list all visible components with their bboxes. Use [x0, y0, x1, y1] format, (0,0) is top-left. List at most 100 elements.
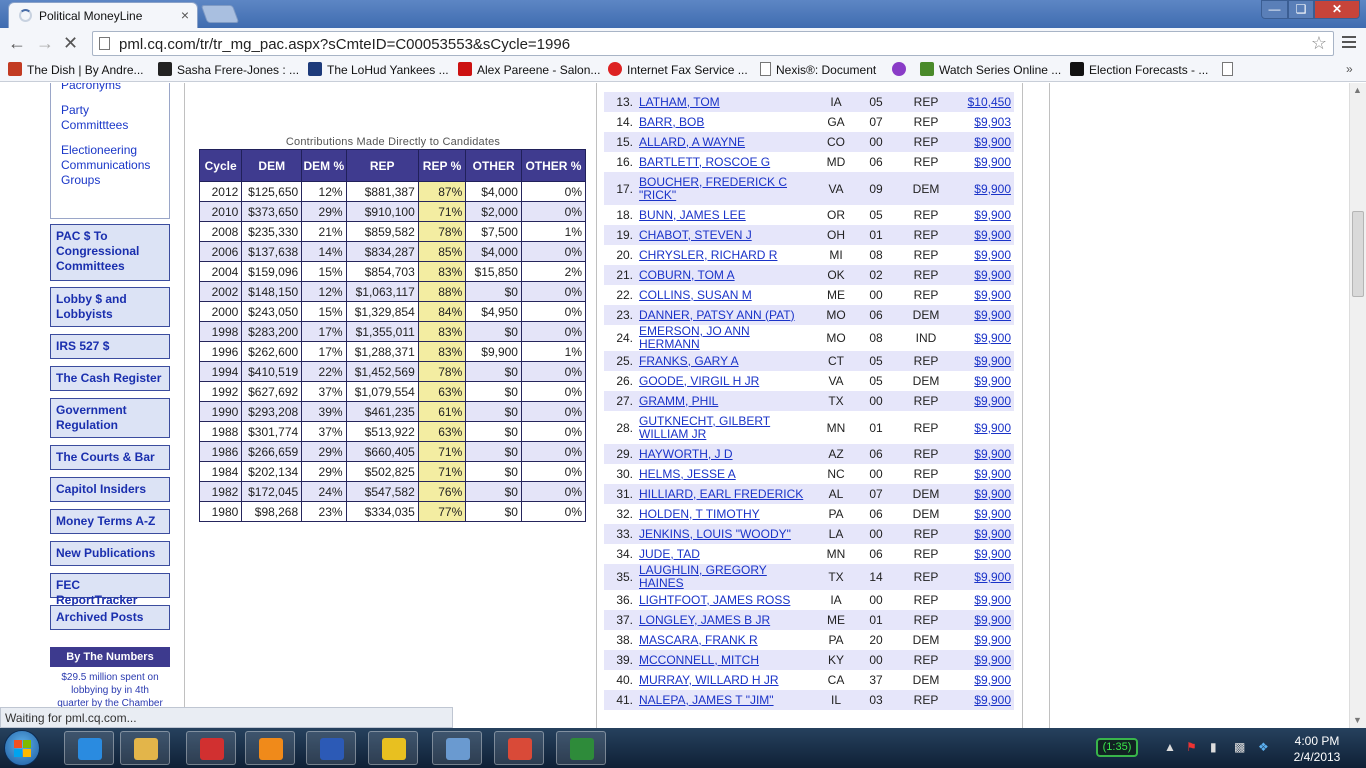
taskbar-app-button[interactable]	[494, 731, 544, 765]
candidate-amount-link[interactable]: $9,900	[956, 564, 1014, 590]
candidate-amount-link[interactable]: $9,900	[956, 610, 1014, 630]
candidate-amount-link[interactable]: $9,900	[956, 305, 1014, 325]
start-button[interactable]	[4, 730, 40, 766]
candidate-amount-link[interactable]: $9,900	[956, 650, 1014, 670]
dropbox-icon[interactable]: ❖	[1258, 740, 1269, 754]
candidate-name-link[interactable]: MCCONNELL, MITCH	[636, 650, 816, 670]
by-the-numbers-text[interactable]: $29.5 million spent on lobbying by in 4t…	[54, 671, 166, 710]
candidate-amount-link[interactable]: $9,900	[956, 172, 1014, 205]
maximize-button[interactable]: ❑	[1288, 0, 1314, 19]
candidate-name-link[interactable]: NALEPA, JAMES T "JIM"	[636, 690, 816, 710]
candidate-amount-link[interactable]: $9,900	[956, 285, 1014, 305]
link-party-committees[interactable]: Party Committtees	[61, 103, 146, 133]
nav-lobby[interactable]: Lobby $ and Lobbyists	[50, 287, 170, 327]
candidate-name-link[interactable]: CHRYSLER, RICHARD R	[636, 245, 816, 265]
close-window-button[interactable]: ✕	[1314, 0, 1360, 19]
candidate-name-link[interactable]: GRAMM, PHIL	[636, 391, 816, 411]
taskbar-app-button[interactable]	[306, 731, 356, 765]
taskbar-app-button[interactable]	[120, 731, 170, 765]
bookmark-star-icon[interactable]: ☆	[1311, 33, 1327, 54]
taskbar-app-button[interactable]	[186, 731, 236, 765]
forward-icon[interactable]: →	[36, 33, 54, 54]
tab-political-moneyline[interactable]: Political MoneyLine ×	[8, 2, 198, 28]
candidate-amount-link[interactable]: $9,900	[956, 265, 1014, 285]
candidate-name-link[interactable]: DANNER, PATSY ANN (PAT)	[636, 305, 816, 325]
candidate-name-link[interactable]: JENKINS, LOUIS "WOODY"	[636, 524, 816, 544]
candidate-amount-link[interactable]: $9,900	[956, 205, 1014, 225]
chrome-menu-icon[interactable]	[1342, 36, 1356, 51]
candidate-amount-link[interactable]: $9,900	[956, 152, 1014, 172]
taskbar-app-button[interactable]	[368, 731, 418, 765]
candidate-name-link[interactable]: COBURN, TOM A	[636, 265, 816, 285]
nav-new-publications[interactable]: New Publications	[50, 541, 170, 566]
battery-timer[interactable]: (1:35)	[1096, 738, 1138, 757]
nav-government-regulation[interactable]: Government Regulation	[50, 398, 170, 438]
nav-irs-527[interactable]: IRS 527 $	[50, 334, 170, 359]
taskbar-app-button[interactable]	[64, 731, 114, 765]
candidate-amount-link[interactable]: $9,900	[956, 371, 1014, 391]
taskbar-app-button[interactable]	[432, 731, 482, 765]
candidate-name-link[interactable]: BUNN, JAMES LEE	[636, 205, 816, 225]
candidate-amount-link[interactable]: $9,900	[956, 544, 1014, 564]
minimize-button[interactable]: —	[1261, 0, 1288, 19]
bookmark-item[interactable]: Election Forecasts - ...	[1070, 62, 1208, 77]
candidate-name-link[interactable]: BOUCHER, FREDERICK C "RICK"	[636, 172, 816, 205]
network-signal-icon[interactable]: ▩	[1234, 740, 1245, 754]
action-center-icon[interactable]: ⚑	[1186, 740, 1197, 754]
vertical-scrollbar[interactable]: ▲ ▼	[1349, 83, 1366, 728]
candidate-amount-link[interactable]: $10,450	[956, 92, 1014, 112]
candidate-name-link[interactable]: CHABOT, STEVEN J	[636, 225, 816, 245]
candidate-name-link[interactable]: BARR, BOB	[636, 112, 816, 132]
bookmark-item[interactable]	[892, 62, 911, 77]
candidate-name-link[interactable]: LONGLEY, JAMES B JR	[636, 610, 816, 630]
bookmark-item[interactable]: Alex Pareene - Salon...	[458, 62, 600, 77]
taskbar-app-button[interactable]	[556, 731, 606, 765]
system-clock[interactable]: 4:00 PM 2/4/2013	[1286, 733, 1348, 765]
candidate-amount-link[interactable]: $9,900	[956, 484, 1014, 504]
link-electioneering-groups[interactable]: Electioneering Communications Groups	[61, 143, 166, 188]
candidate-amount-link[interactable]: $9,900	[956, 325, 1014, 351]
candidate-name-link[interactable]: HELMS, JESSE A	[636, 464, 816, 484]
candidate-name-link[interactable]: LATHAM, TOM	[636, 92, 816, 112]
candidate-amount-link[interactable]: $9,900	[956, 590, 1014, 610]
candidate-name-link[interactable]: ALLARD, A WAYNE	[636, 132, 816, 152]
candidate-amount-link[interactable]: $9,900	[956, 630, 1014, 650]
candidate-amount-link[interactable]: $9,900	[956, 391, 1014, 411]
nav-courts-bar[interactable]: The Courts & Bar	[50, 445, 170, 470]
nav-pac-to-congress[interactable]: PAC $ To Congressional Committees	[50, 224, 170, 281]
candidate-amount-link[interactable]: $9,900	[956, 690, 1014, 710]
candidate-name-link[interactable]: COLLINS, SUSAN M	[636, 285, 816, 305]
candidate-amount-link[interactable]: $9,900	[956, 504, 1014, 524]
candidate-name-link[interactable]: MURRAY, WILLARD H JR	[636, 670, 816, 690]
candidate-name-link[interactable]: HOLDEN, T TIMOTHY	[636, 504, 816, 524]
bookmark-item[interactable]: The LoHud Yankees ...	[308, 62, 449, 77]
candidate-amount-link[interactable]: $9,903	[956, 112, 1014, 132]
bookmark-item[interactable]: Nexis®: Document	[760, 62, 876, 77]
nav-fec-reporttracker[interactable]: FEC ReportTracker	[50, 573, 170, 607]
candidate-amount-link[interactable]: $9,900	[956, 411, 1014, 444]
power-icon[interactable]: ▮	[1210, 740, 1217, 754]
candidate-name-link[interactable]: GOODE, VIRGIL H JR	[636, 371, 816, 391]
candidate-amount-link[interactable]: $9,900	[956, 351, 1014, 371]
scroll-down-icon[interactable]: ▼	[1353, 715, 1362, 725]
stop-icon[interactable]: ✕	[63, 33, 78, 54]
nav-money-terms[interactable]: Money Terms A-Z	[50, 509, 170, 534]
candidate-name-link[interactable]: LAUGHLIN, GREGORY HAINES	[636, 564, 816, 590]
address-bar[interactable]: pml.cq.com/tr/tr_mg_pac.aspx?sCmteID=C00…	[92, 31, 1334, 56]
bookmark-item[interactable]	[1222, 62, 1238, 77]
candidate-amount-link[interactable]: $9,900	[956, 245, 1014, 265]
candidate-amount-link[interactable]: $9,900	[956, 132, 1014, 152]
back-icon[interactable]: ←	[8, 33, 26, 54]
bookmark-item[interactable]: The Dish | By Andre...	[8, 62, 144, 77]
new-tab-button[interactable]	[200, 5, 240, 23]
candidate-name-link[interactable]: HILLIARD, EARL FREDERICK	[636, 484, 816, 504]
scroll-up-icon[interactable]: ▲	[1353, 85, 1362, 95]
bookmark-item[interactable]: Sasha Frere-Jones : ...	[158, 62, 299, 77]
nav-cash-register[interactable]: The Cash Register	[50, 366, 170, 391]
candidate-amount-link[interactable]: $9,900	[956, 524, 1014, 544]
tab-close-icon[interactable]: ×	[181, 7, 189, 23]
candidate-name-link[interactable]: GUTKNECHT, GILBERT WILLIAM JR	[636, 411, 816, 444]
scrollbar-thumb[interactable]	[1352, 211, 1364, 297]
candidate-amount-link[interactable]: $9,900	[956, 464, 1014, 484]
candidate-name-link[interactable]: JUDE, TAD	[636, 544, 816, 564]
